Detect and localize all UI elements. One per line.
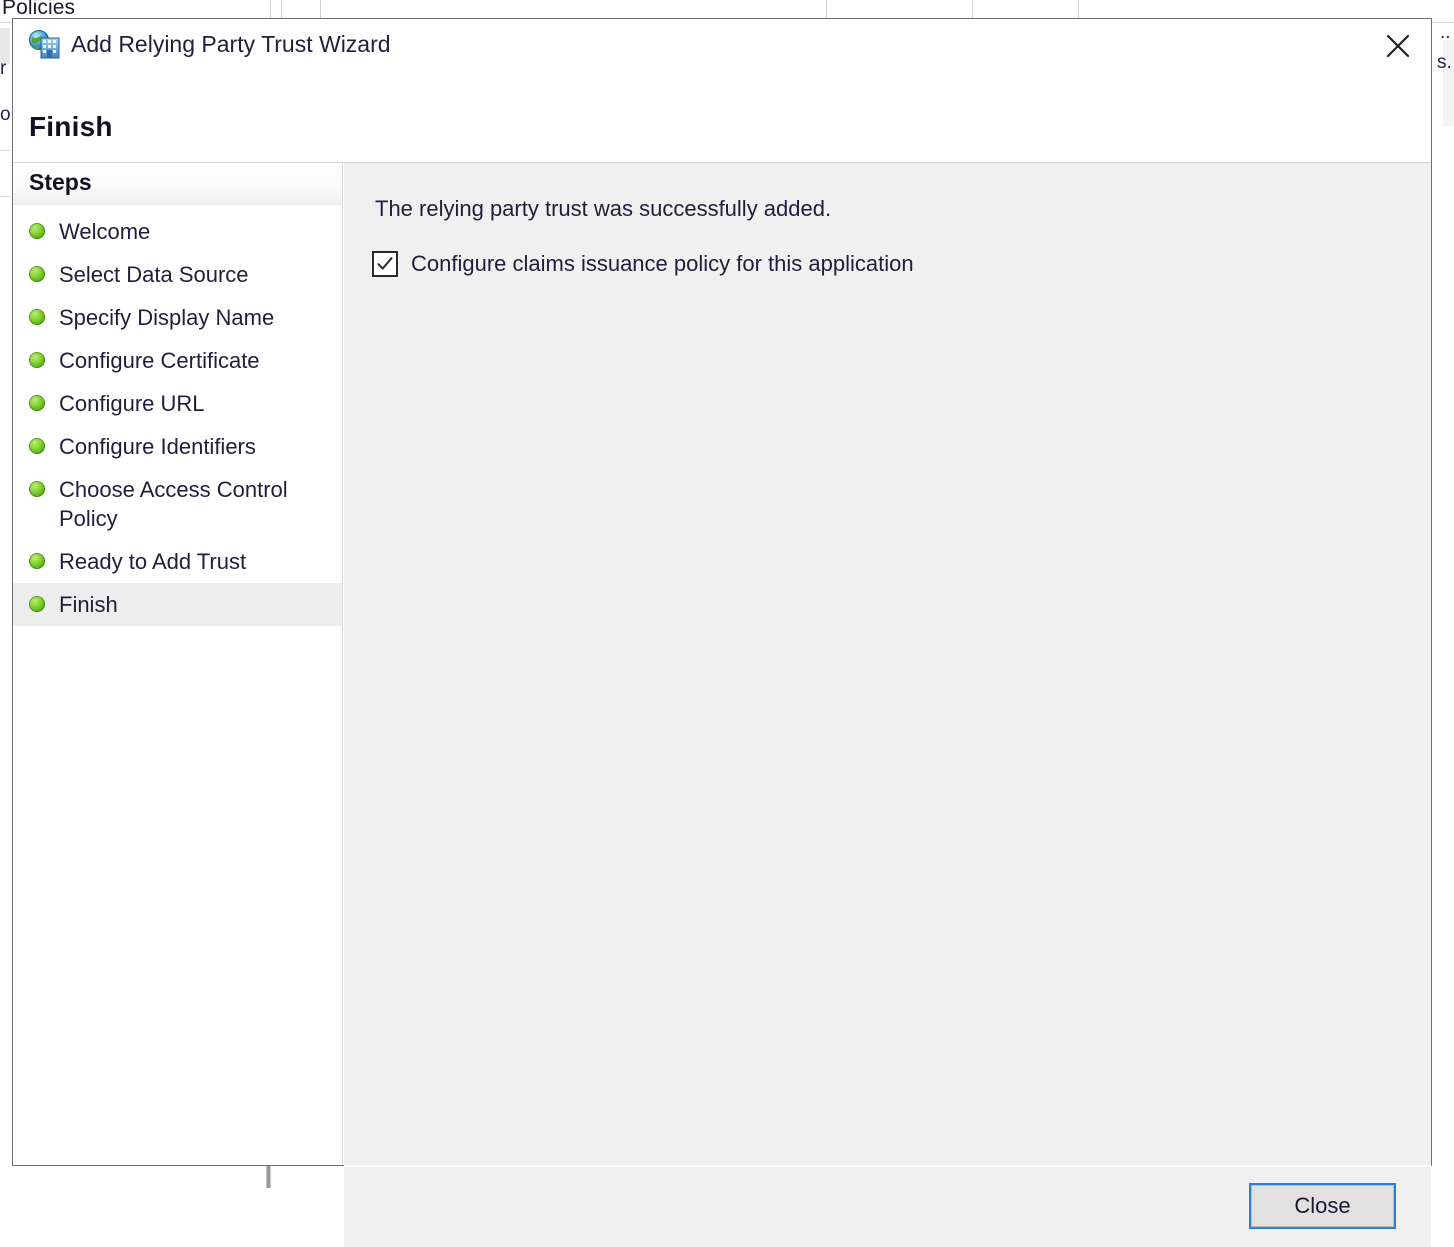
step-complete-icon <box>29 223 45 239</box>
relying-party-trust-icon <box>29 29 61 59</box>
background-row-divider <box>0 150 10 151</box>
step-label: Specify Display Name <box>59 305 275 330</box>
background-text-fragment: o <box>0 104 11 125</box>
background-row-divider <box>0 196 10 197</box>
step-complete-icon <box>29 352 45 368</box>
background-text-fragment: .. <box>1440 22 1451 43</box>
steps-header: Steps <box>13 163 342 205</box>
steps-header-label: Steps <box>29 169 92 195</box>
success-message: The relying party trust was successfully… <box>375 196 832 221</box>
content-pane: The relying party trust was successfully… <box>344 163 1431 1165</box>
sidebar-step-ready-to-add-trust[interactable]: Ready to Add Trust <box>13 540 342 583</box>
sidebar-step-finish[interactable]: Finish <box>13 583 342 626</box>
close-button-label: Close <box>1251 1185 1394 1227</box>
step-complete-icon <box>29 596 45 612</box>
close-icon[interactable] <box>1371 23 1425 67</box>
step-label: Ready to Add Trust <box>59 549 247 574</box>
background-policies-label: Policies <box>2 0 76 19</box>
sidebar-step-specify-display-name[interactable]: Specify Display Name <box>13 296 342 339</box>
sidebar-step-welcome[interactable]: Welcome <box>13 210 342 253</box>
add-relying-party-trust-wizard-dialog: Add Relying Party Trust Wizard Finish St… <box>12 18 1432 1247</box>
dialog-footer: Close <box>344 1167 1431 1247</box>
step-complete-icon <box>29 266 45 282</box>
sidebar-step-configure-identifiers[interactable]: Configure Identifiers <box>13 425 342 468</box>
background-text-fragment: r <box>0 58 7 79</box>
background-text-fragment: s. <box>1437 52 1452 73</box>
configure-claims-policy-label: Configure claims issuance policy for thi… <box>411 251 914 276</box>
step-label: Configure Identifiers <box>59 434 256 459</box>
step-complete-icon <box>29 395 45 411</box>
step-complete-icon <box>29 309 45 325</box>
sidebar-step-configure-certificate[interactable]: Configure Certificate <box>13 339 342 382</box>
close-button[interactable]: Close <box>1249 1183 1396 1229</box>
step-label: Configure URL <box>59 391 205 416</box>
step-complete-icon <box>29 553 45 569</box>
configure-claims-policy-row[interactable]: Configure claims issuance policy for thi… <box>372 251 914 277</box>
sidebar-step-configure-url[interactable]: Configure URL <box>13 382 342 425</box>
sidebar-step-select-data-source[interactable]: Select Data Source <box>13 253 342 296</box>
step-label: Configure Certificate <box>59 348 260 373</box>
step-complete-icon <box>29 481 45 497</box>
dialog-title: Add Relying Party Trust Wizard <box>71 31 391 57</box>
steps-sidebar: Steps Welcome Select Data Source Specify D… <box>13 163 343 1165</box>
step-label: Select Data Source <box>59 262 249 287</box>
dialog-titlebar: Add Relying Party Trust Wizard <box>13 19 1431 69</box>
dialog-body: Steps Welcome Select Data Source Specify D… <box>13 163 1431 1165</box>
step-complete-icon <box>29 438 45 454</box>
configure-claims-policy-checkbox[interactable] <box>372 251 398 277</box>
step-label: Choose Access Control Policy <box>59 477 288 531</box>
step-label: Welcome <box>59 219 151 244</box>
steps-list: Welcome Select Data Source Specify Display… <box>13 205 342 626</box>
page-title: Finish <box>29 111 113 142</box>
sidebar-step-choose-access-control-policy[interactable]: Choose Access Control Policy <box>13 468 342 540</box>
checkmark-icon <box>377 257 393 270</box>
step-label: Finish <box>59 592 118 617</box>
